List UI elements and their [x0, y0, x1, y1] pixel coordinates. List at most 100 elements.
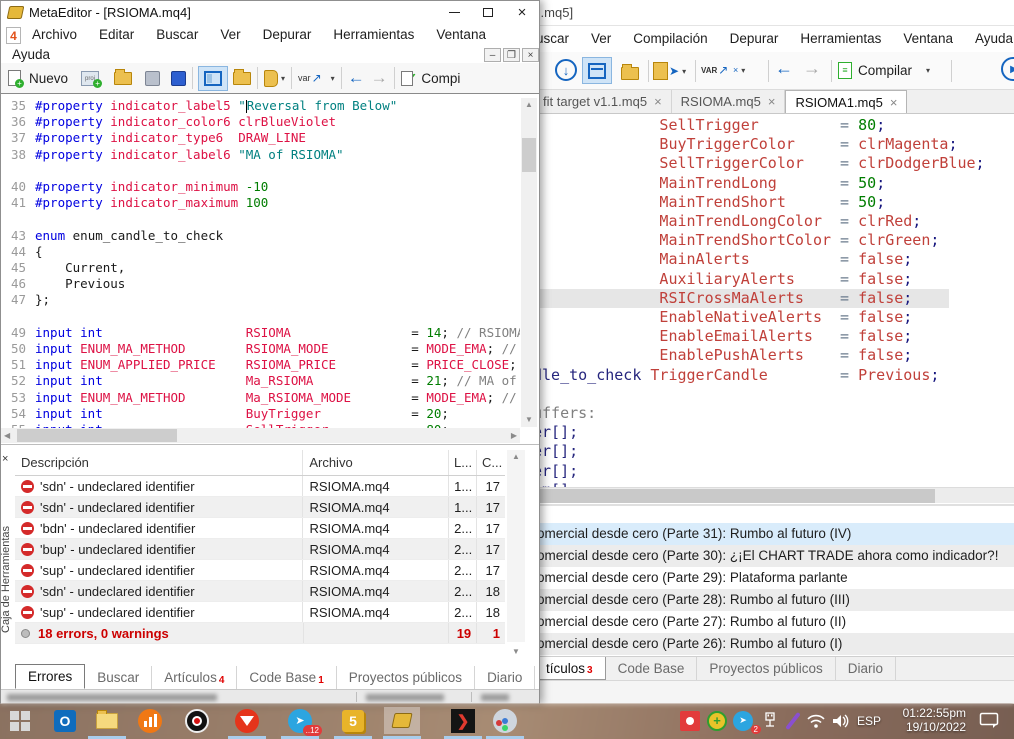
back-editor-hscrollbar[interactable] [533, 487, 1014, 503]
tab-code-base[interactable]: Code Base1 [237, 666, 336, 689]
compile-button[interactable]: ≡ Compilar ▾ [838, 58, 930, 82]
editor-hscrollbar[interactable]: ◀ ▶ [1, 428, 520, 443]
tray-language[interactable]: ESP [852, 707, 886, 734]
new-project-button[interactable]: proj+ [81, 66, 99, 90]
error-row[interactable]: 'bup' - undeclared identifierRSIOMA.mq42… [15, 539, 505, 560]
debug-play-button[interactable]: ▶ [1001, 57, 1014, 81]
error-row[interactable]: 'bdn' - undeclared identifierRSIOMA.mq42… [15, 518, 505, 539]
menu-item-compilación[interactable]: Compilación [622, 26, 718, 52]
tray-clock[interactable]: 01:22:55pm 19/10/2022 [888, 706, 966, 734]
mdi-minimize-button[interactable]: – [484, 48, 501, 62]
project-folder-button[interactable] [233, 66, 251, 90]
file-tab-fit-target-v1-1-mq5[interactable]: fit target v1.1.mq5× [534, 90, 672, 113]
taskbar-metatrader[interactable]: ❯ [449, 707, 477, 734]
taskbar-metaeditor-active[interactable] [384, 707, 420, 734]
menu-item-herramientas[interactable]: Herramientas [322, 23, 425, 47]
menu-item-archivo[interactable]: Archivo [21, 23, 88, 47]
file-tab-rsioma-mq5[interactable]: RSIOMA.mq5× [672, 90, 786, 113]
errors-vscrollbar[interactable]: ▲ ▼ [507, 450, 525, 642]
tray-telegram[interactable]: ➤ 2 [729, 707, 757, 734]
tab-buscar[interactable]: Buscar [85, 666, 152, 689]
open-folder-button[interactable] [621, 61, 639, 85]
tab-diario[interactable]: Diario [475, 666, 535, 689]
taskbar-stats-app[interactable] [136, 707, 164, 734]
column-linea[interactable]: L... [449, 450, 477, 475]
vscroll-thumb[interactable] [522, 138, 536, 172]
scroll-up-icon[interactable]: ▲ [512, 453, 520, 461]
new-file-button[interactable]: + Nuevo [8, 66, 68, 90]
maximize-button[interactable] [471, 1, 505, 23]
menu-item-ventana[interactable]: Ventana [425, 23, 497, 47]
tray-volume[interactable] [827, 707, 855, 734]
scroll-up-icon[interactable]: ▲ [525, 101, 533, 109]
back-nav-button[interactable]: ← [348, 66, 365, 90]
snippets-button[interactable]: ➤ ▾ [653, 59, 686, 83]
minimize-button[interactable] [437, 1, 471, 23]
error-row[interactable]: 'sup' - undeclared identifierRSIOMA.mq42… [15, 602, 505, 623]
mdi-close-button[interactable]: × [522, 48, 539, 62]
taskbar-brave[interactable] [233, 707, 261, 734]
errors-grid-header[interactable]: Descripción Archivo L... C... [15, 450, 505, 476]
download-button[interactable]: ↓ [555, 58, 577, 82]
taskbar-app5[interactable]: 5 [339, 707, 367, 734]
menu-item-ver[interactable]: Ver [209, 23, 251, 47]
save-all-button[interactable] [171, 66, 186, 90]
scroll-down-icon[interactable]: ▼ [525, 416, 533, 424]
save-button[interactable] [145, 66, 160, 90]
tab-t-culos[interactable]: tículos3 [533, 657, 606, 680]
error-row[interactable]: 'sdn' - undeclared identifierRSIOMA.mq41… [15, 476, 505, 497]
tab-diario[interactable]: Diario [836, 657, 896, 680]
column-archivo[interactable]: Archivo [303, 450, 449, 475]
tab-close-icon[interactable]: × [768, 94, 776, 109]
compile-button[interactable]: ✓ Compi [401, 66, 461, 90]
menu-item-ayuda[interactable]: Ayuda [1, 47, 61, 63]
front-code-editor[interactable]: 35#property indicator_label5 "Reversal f… [1, 95, 539, 444]
goto-variable-button[interactable]: var↗ [298, 66, 322, 90]
menu-item-herramientas[interactable]: Herramientas [789, 26, 892, 52]
tab-code-base[interactable]: Code Base [606, 657, 698, 680]
article-row[interactable]: omercial desde cero (Parte 29): Platafor… [533, 567, 1014, 589]
article-row[interactable]: omercial desde cero (Parte 26): Rumbo al… [533, 633, 1014, 655]
back-code-editor[interactable]: SellTrigger = 80; BuyTriggerColor = clrM… [533, 116, 1014, 487]
taskbar-paint[interactable] [491, 707, 519, 734]
tab-proyectos-p-blicos[interactable]: Proyectos públicos [337, 666, 475, 689]
mdi-restore-button[interactable]: ❐ [503, 48, 520, 62]
menu-item-buscar[interactable]: Buscar [145, 23, 209, 47]
scroll-right-icon[interactable]: ▶ [511, 432, 517, 440]
article-row[interactable]: omercial desde cero (Parte 31): Rumbo al… [533, 523, 1014, 545]
goto-variable-button[interactable]: VAR↗ [701, 58, 728, 82]
forward-nav-button[interactable]: → [371, 66, 388, 90]
goto-function-button[interactable]: × ▾ [733, 58, 745, 82]
article-row[interactable]: omercial desde cero (Parte 27): Rumbo al… [533, 611, 1014, 633]
tray-antivirus[interactable]: + [703, 707, 731, 734]
error-row[interactable]: 'sup' - undeclared identifierRSIOMA.mq42… [15, 560, 505, 581]
error-row[interactable]: 'sdn' - undeclared identifierRSIOMA.mq42… [15, 581, 505, 602]
tray-wifi[interactable] [802, 707, 830, 734]
front-title-bar[interactable]: MetaEditor - [RSIOMA.mq4] × [1, 1, 539, 23]
hscroll-thumb[interactable] [533, 489, 935, 503]
tab-close-icon[interactable]: × [890, 95, 898, 110]
menu-item-depurar[interactable]: Depurar [719, 26, 790, 52]
file-tab-rsioma1-mq5[interactable]: RSIOMA1.mq5× [785, 90, 907, 113]
editor-vscrollbar[interactable]: ▲ ▼ [521, 98, 537, 427]
toolbox-close-icon[interactable]: × [2, 453, 8, 465]
article-row[interactable]: omercial desde cero (Parte 30): ¿¡El CHA… [533, 545, 1014, 567]
goto-function-button[interactable]: ▾ [328, 66, 335, 90]
forward-nav-button[interactable]: → [803, 56, 821, 80]
taskbar-recorder[interactable] [183, 707, 211, 734]
metaeditor-window-front[interactable]: MetaEditor - [RSIOMA.mq4] × 4 ArchivoEdi… [0, 0, 540, 704]
menu-item-editar[interactable]: Editar [88, 23, 145, 47]
column-descripcion[interactable]: Descripción [15, 450, 303, 475]
menu-item-ver[interactable]: Ver [580, 26, 622, 52]
back-nav-button[interactable]: ← [775, 56, 793, 80]
tab-proyectos-p-blicos[interactable]: Proyectos públicos [697, 657, 835, 680]
toggle-navigator-button[interactable] [582, 57, 612, 84]
scroll-down-icon[interactable]: ▼ [512, 648, 520, 656]
article-row[interactable]: omercial desde cero (Parte 28): Rumbo al… [533, 589, 1014, 611]
tab-errores[interactable]: Errores [15, 664, 85, 689]
start-button[interactable] [6, 707, 34, 734]
tray-notifications[interactable] [975, 707, 1003, 734]
menu-item-ayuda[interactable]: Ayuda [964, 26, 1014, 52]
menu-item-depurar[interactable]: Depurar [252, 23, 323, 47]
error-row[interactable]: 'sdn' - undeclared identifierRSIOMA.mq41… [15, 497, 505, 518]
